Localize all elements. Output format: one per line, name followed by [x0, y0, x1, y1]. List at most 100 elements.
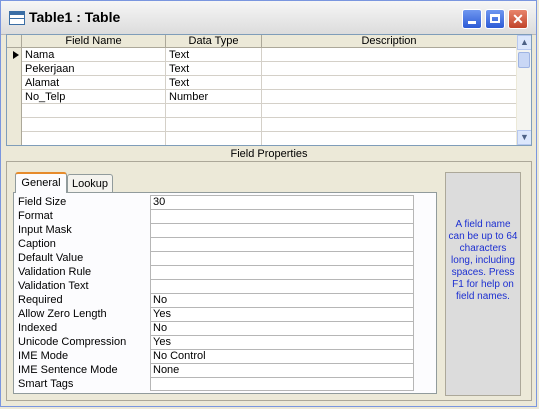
description-cell[interactable]: [262, 48, 517, 62]
property-label: IME Mode: [18, 350, 69, 362]
property-row[interactable]: IME Mode No Control: [18, 349, 418, 363]
current-row-arrow-icon: [13, 51, 19, 59]
close-button[interactable]: ✕: [508, 9, 528, 29]
property-row[interactable]: Indexed No: [18, 321, 418, 335]
property-row[interactable]: Format: [18, 209, 418, 223]
data-type-cell[interactable]: Text: [166, 48, 262, 62]
property-value[interactable]: No: [150, 321, 414, 335]
title-bar[interactable]: Table1 : Table ✕: [1, 1, 536, 35]
property-row[interactable]: Allow Zero Length Yes: [18, 307, 418, 321]
maximize-button[interactable]: [485, 9, 505, 29]
property-label: Indexed: [18, 322, 58, 334]
field-properties-pane: General Lookup Field Size 30 Format Input…: [6, 161, 532, 401]
minimize-button[interactable]: [462, 9, 482, 29]
property-label: Caption: [18, 238, 56, 250]
row-selector[interactable]: [7, 62, 22, 76]
row-selector[interactable]: [7, 90, 22, 104]
row-selector[interactable]: [7, 132, 22, 145]
data-type-cell[interactable]: Text: [166, 76, 262, 90]
row-selector[interactable]: [7, 76, 22, 90]
window-title: Table1 : Table: [29, 9, 121, 25]
maximize-icon: [490, 14, 500, 23]
property-value[interactable]: No Control: [150, 349, 414, 363]
description-cell[interactable]: [262, 62, 517, 76]
field-row[interactable]: Nama Text: [7, 48, 517, 62]
property-label: Validation Text: [18, 280, 89, 292]
description-cell[interactable]: [262, 132, 517, 145]
field-name-cell[interactable]: No_Telp: [22, 90, 166, 104]
data-type-cell[interactable]: [166, 104, 262, 118]
property-value[interactable]: No: [150, 293, 414, 307]
property-row[interactable]: Validation Text: [18, 279, 418, 293]
property-value[interactable]: [150, 237, 414, 251]
close-icon: ✕: [512, 11, 524, 27]
grid-vertical-scrollbar[interactable]: ▲ ▼: [516, 35, 531, 145]
general-tab-panel: Field Size 30 Format Input Mask Caption D…: [13, 192, 437, 394]
property-value[interactable]: [150, 209, 414, 223]
property-value[interactable]: 30: [150, 195, 414, 209]
scroll-down-icon[interactable]: ▼: [517, 130, 531, 145]
field-row[interactable]: [7, 132, 517, 145]
field-name-cell[interactable]: Pekerjaan: [22, 62, 166, 76]
field-row[interactable]: Alamat Text: [7, 76, 517, 90]
property-label: IME Sentence Mode: [18, 364, 118, 376]
property-row[interactable]: Default Value: [18, 251, 418, 265]
field-design-grid: Field Name Data Type Description Nama Te…: [6, 34, 532, 146]
tab-lookup[interactable]: Lookup: [67, 174, 113, 193]
grid-corner: [7, 35, 22, 48]
property-row[interactable]: Caption: [18, 237, 418, 251]
description-cell[interactable]: [262, 118, 517, 132]
property-value[interactable]: [150, 279, 414, 293]
field-name-cell[interactable]: [22, 132, 166, 145]
header-field-name: Field Name: [22, 35, 166, 48]
field-name-cell[interactable]: [22, 104, 166, 118]
scrollbar-thumb[interactable]: [518, 52, 530, 68]
field-name-cell[interactable]: Nama: [22, 48, 166, 62]
help-panel: A field name can be up to 64 characters …: [445, 172, 521, 396]
property-row[interactable]: Required No: [18, 293, 418, 307]
property-row[interactable]: Validation Rule: [18, 265, 418, 279]
row-selector[interactable]: [7, 48, 22, 62]
property-value[interactable]: [150, 223, 414, 237]
property-label: Smart Tags: [18, 378, 74, 390]
property-row[interactable]: IME Sentence Mode None: [18, 363, 418, 377]
property-value[interactable]: Yes: [150, 307, 414, 321]
data-type-cell[interactable]: Number: [166, 90, 262, 104]
field-row[interactable]: [7, 118, 517, 132]
field-properties-title: Field Properties: [230, 148, 308, 160]
field-row[interactable]: [7, 104, 517, 118]
property-value[interactable]: [150, 251, 414, 265]
field-name-cell[interactable]: Alamat: [22, 76, 166, 90]
header-description: Description: [262, 35, 517, 48]
property-value[interactable]: None: [150, 363, 414, 377]
description-cell[interactable]: [262, 90, 517, 104]
property-label: Format: [18, 210, 53, 222]
property-value[interactable]: [150, 265, 414, 279]
help-text: A field name can be up to 64 characters …: [448, 219, 518, 302]
property-row[interactable]: Input Mask: [18, 223, 418, 237]
property-label: Input Mask: [18, 224, 72, 236]
row-selector[interactable]: [7, 118, 22, 132]
description-cell[interactable]: [262, 104, 517, 118]
property-row[interactable]: Smart Tags: [18, 377, 418, 391]
data-type-cell[interactable]: [166, 118, 262, 132]
property-row[interactable]: Field Size 30: [18, 195, 418, 209]
header-data-type: Data Type: [166, 35, 262, 48]
property-label: Unicode Compression: [18, 336, 127, 348]
tab-general[interactable]: General: [15, 172, 67, 193]
field-row[interactable]: No_Telp Number: [7, 90, 517, 104]
property-label: Default Value: [18, 252, 84, 264]
scroll-up-icon[interactable]: ▲: [517, 35, 531, 50]
field-name-cell[interactable]: [22, 118, 166, 132]
property-value[interactable]: Yes: [150, 335, 414, 349]
field-row[interactable]: Pekerjaan Text: [7, 62, 517, 76]
table-design-window: Table1 : Table ✕ Field Name Data Type De…: [0, 0, 537, 407]
table-icon: [9, 11, 25, 25]
property-label: Required: [18, 294, 63, 306]
property-value[interactable]: [150, 377, 414, 391]
data-type-cell[interactable]: [166, 132, 262, 145]
property-row[interactable]: Unicode Compression Yes: [18, 335, 418, 349]
description-cell[interactable]: [262, 76, 517, 90]
data-type-cell[interactable]: Text: [166, 62, 262, 76]
row-selector[interactable]: [7, 104, 22, 118]
